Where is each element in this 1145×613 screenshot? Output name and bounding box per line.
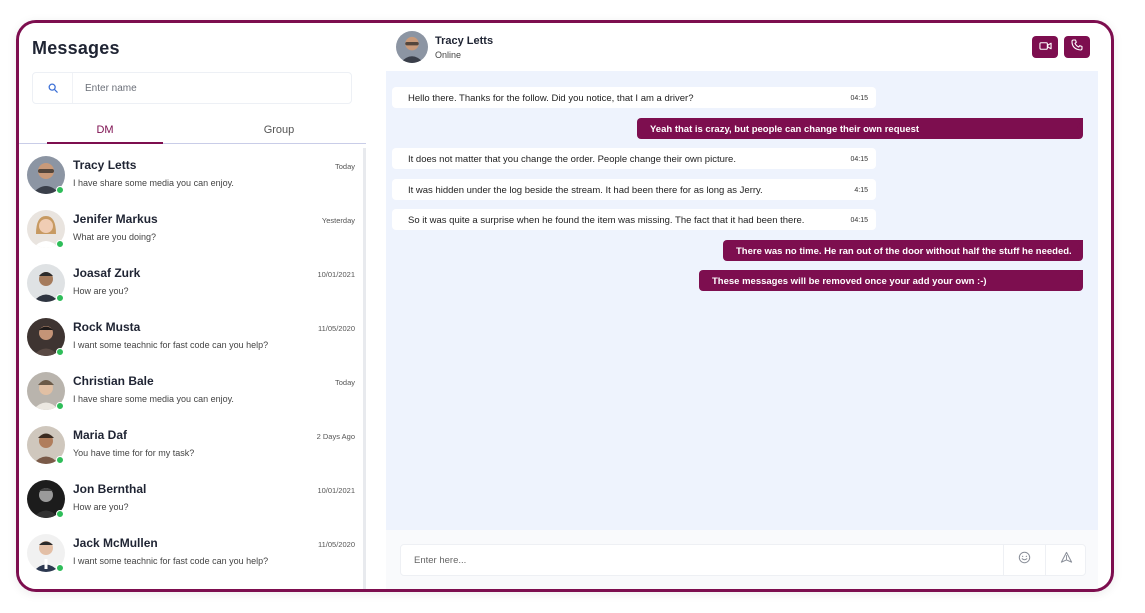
page-title: Messages — [32, 38, 120, 58]
send-button[interactable] — [1045, 545, 1087, 575]
contact-last-message: I have share some media you can enjoy. — [73, 178, 234, 188]
outgoing-message: Yeah that is crazy, but people can chang… — [637, 118, 1083, 139]
contact-last-message: What are you doing? — [73, 232, 157, 242]
message-text: So it was quite a surprise when he found… — [408, 215, 805, 226]
chat-panel: Tracy Letts Online Hello there. Thanks f… — [386, 23, 1098, 589]
contact-time: Yesterday — [321, 216, 355, 225]
contact-time: 10/01/2021 — [317, 486, 355, 495]
message-text: It does not matter that you change the o… — [408, 154, 736, 165]
contact-last-message: I want some teachnic for fast code can y… — [73, 340, 269, 350]
contact-last-message: I have share some media you can enjoy. — [73, 394, 234, 404]
message-input[interactable] — [401, 545, 1001, 575]
incoming-message: Hello there. Thanks for the follow. Did … — [392, 87, 876, 108]
message-thread: Hello there. Thanks for the follow. Did … — [386, 71, 1098, 530]
online-indicator — [56, 456, 64, 464]
tab-dm[interactable]: DM — [47, 118, 163, 144]
message-text: It was hidden under the log beside the s… — [408, 185, 763, 196]
composer-box — [400, 544, 1086, 576]
message-time: 04:15 — [850, 95, 868, 102]
video-camera-icon — [1038, 38, 1052, 56]
chat-header: Tracy Letts Online — [386, 23, 1098, 71]
contact-time: Today — [334, 378, 355, 387]
online-indicator — [56, 294, 64, 302]
contact-item[interactable]: Jack McMullen I want some teachnic for f… — [19, 526, 363, 580]
contact-name: Maria Daf — [73, 428, 128, 442]
contact-last-message: How are you? — [73, 286, 129, 296]
contact-item[interactable]: Jenifer Markus What are you doing? Yeste… — [19, 202, 363, 256]
send-arrow-icon — [1060, 551, 1073, 569]
outgoing-message: These messages will be removed once your… — [699, 270, 1083, 291]
contact-name: Rock Musta — [73, 320, 141, 334]
message-text: These messages will be removed once your… — [712, 276, 987, 287]
voice-call-button[interactable] — [1064, 36, 1090, 58]
sidebar: Messages DM Group Tracy Letts I have sha… — [19, 23, 366, 589]
tab-bar: DM Group — [19, 118, 366, 144]
contact-time: 10/01/2021 — [317, 270, 355, 279]
search-box — [32, 72, 352, 104]
emoji-button[interactable] — [1003, 545, 1045, 575]
video-call-button[interactable] — [1032, 36, 1058, 58]
contact-list: Tracy Letts I have share some media you … — [19, 148, 366, 589]
contact-time: 2 Days Ago — [316, 432, 355, 441]
contact-last-message: How are you? — [73, 502, 129, 512]
contact-last-message: I want some teachnic for fast code can y… — [73, 556, 269, 566]
chat-contact-name: Tracy Letts — [435, 35, 494, 47]
contact-name: Tracy Letts — [73, 158, 137, 172]
chat-contact-status: Online — [435, 50, 462, 60]
message-text: Yeah that is crazy, but people can chang… — [650, 124, 920, 135]
message-composer — [386, 530, 1098, 589]
contact-last-message: You have time for for my task? — [73, 448, 195, 458]
avatar[interactable] — [396, 31, 428, 63]
message-text: There was no time. He ran out of the doo… — [736, 246, 1072, 257]
contact-item[interactable]: Tracy Letts I have share some media you … — [19, 148, 363, 202]
message-time: 04:15 — [850, 156, 868, 163]
message-text: Hello there. Thanks for the follow. Did … — [408, 93, 694, 104]
contact-name: Joasaf Zurk — [73, 266, 141, 280]
phone-icon — [1071, 38, 1083, 56]
contact-time: Today — [334, 162, 355, 171]
search-icon[interactable] — [33, 73, 73, 103]
message-time: 04:15 — [850, 217, 868, 224]
incoming-message: It was hidden under the log beside the s… — [392, 179, 876, 200]
online-indicator — [56, 186, 64, 194]
contact-item[interactable]: Christian Bale I have share some media y… — [19, 364, 363, 418]
tab-group[interactable]: Group — [219, 118, 339, 144]
contact-name: Jenifer Markus — [73, 212, 158, 226]
contact-time: 11/05/2020 — [318, 540, 355, 549]
outgoing-message: There was no time. He ran out of the doo… — [723, 240, 1083, 261]
incoming-message: So it was quite a surprise when he found… — [392, 209, 876, 230]
contact-name: Jon Bernthal — [73, 482, 147, 496]
online-indicator — [56, 240, 64, 248]
contact-name: Jack McMullen — [73, 536, 158, 550]
smiley-icon — [1018, 551, 1031, 569]
contact-name: Christian Bale — [73, 374, 154, 388]
contact-item[interactable]: Rock Musta I want some teachnic for fast… — [19, 310, 363, 364]
contact-item[interactable]: Joasaf Zurk How are you? 10/01/2021 — [19, 256, 363, 310]
online-indicator — [56, 510, 64, 518]
app-frame: Messages DM Group Tracy Letts I have sha… — [16, 20, 1114, 592]
message-time: 4:15 — [854, 187, 868, 194]
online-indicator — [56, 348, 64, 356]
contact-item[interactable]: Jon Bernthal How are you? 10/01/2021 — [19, 472, 363, 526]
online-indicator — [56, 564, 64, 572]
incoming-message: It does not matter that you change the o… — [392, 148, 876, 169]
contact-item[interactable]: Maria Daf You have time for for my task?… — [19, 418, 363, 472]
online-indicator — [56, 402, 64, 410]
contact-time: 11/05/2020 — [318, 324, 355, 333]
search-input[interactable] — [73, 73, 351, 103]
